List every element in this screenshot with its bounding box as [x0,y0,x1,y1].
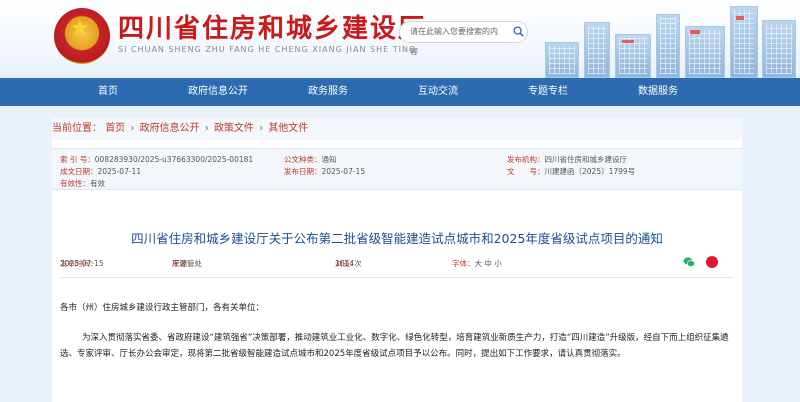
breadcrumb-other[interactable]: 其他文件 [268,123,308,134]
breadcrumb-home[interactable]: 首页 [105,123,125,134]
article-greeting: 各市（州）住房城乡建设行政主管部门，各有关单位： [60,303,265,313]
meta-index: 索 引 号：008283930/2025-u37663300/2025-0018… [60,155,254,164]
nav-services[interactable]: 政务服务 [280,78,376,106]
font-small-button[interactable]: 小 [494,259,502,268]
national-emblem-icon: ★ [54,8,110,64]
weibo-icon[interactable] [706,256,718,268]
nav-interaction[interactable]: 互动交流 [390,78,486,106]
nav-home[interactable]: 首页 [60,78,156,106]
meta-issuer: 发布机构：四川省住房和城乡建设厅 [507,155,627,164]
meta-created: 成文日期：2025-07-11 [60,167,142,176]
divider [60,277,734,278]
font-large-button[interactable]: 大 [475,259,483,268]
breadcrumb-prefix: 当前位置： [52,123,102,134]
meta-validity: 有效性：有效 [60,179,105,188]
breadcrumb-separator: › [259,123,264,134]
article-info-bar: 发布时间： 2025-07-15 来源： 厅建管处 浏览： 1614次 字体：大 中 … [60,259,502,268]
site-title[interactable]: 四川省住房和城乡建设厅 [118,8,426,45]
breadcrumb: 当前位置： 首页 › 政府信息公开 › 政策文件 › 其他文件 [52,118,742,140]
breadcrumb-policy[interactable]: 政策文件 [214,123,254,134]
nav-gov-info[interactable]: 政府信息公开 [170,78,266,106]
breadcrumb-separator: › [204,123,209,134]
document-metadata: 索 引 号：008283930/2025-u37663300/2025-0018… [52,148,742,190]
nav-data[interactable]: 数据服务 [610,78,706,106]
nav-topics[interactable]: 专题专栏 [500,78,596,106]
meta-docno: 文 号：川建建函〔2025〕1799号 [507,167,636,176]
font-medium-button[interactable]: 中 [484,259,492,268]
breadcrumb-separator: › [130,123,135,134]
breadcrumb-gov-info[interactable]: 政府信息公开 [140,123,200,134]
meta-published: 发布日期：2025-07-15 [284,167,366,176]
search-input[interactable]: 请在此输入您要搜索的内容 [399,21,528,56]
main-nav: 首页 政府信息公开 政务服务 互动交流 专题专栏 数据服务 [0,78,800,106]
font-size-controls: 字体：大 中 小 [452,259,502,268]
city-skyline-decoration [540,0,800,78]
article-title: 四川省住房和城乡建设厅关于公布第二批省级智能建造试点城市和2025年度省级试点项… [131,231,663,246]
article-paragraph: 为深入贯彻落实省委、省政府建设“建筑强省”决策部署，推动建筑业工业化、数字化、绿… [60,333,729,359]
wechat-icon[interactable] [683,256,695,268]
search-icon[interactable] [513,26,524,37]
site-header: ★ 四川省住房和城乡建设厅 SI CHUAN SHENG ZHU FANG HE… [0,0,800,78]
meta-category: 公文种类：通知 [284,155,337,164]
site-pinyin: SI CHUAN SHENG ZHU FANG HE CHENG XIANG J… [118,45,417,54]
article-card: 索 引 号：008283930/2025-u37663300/2025-0018… [52,140,742,402]
